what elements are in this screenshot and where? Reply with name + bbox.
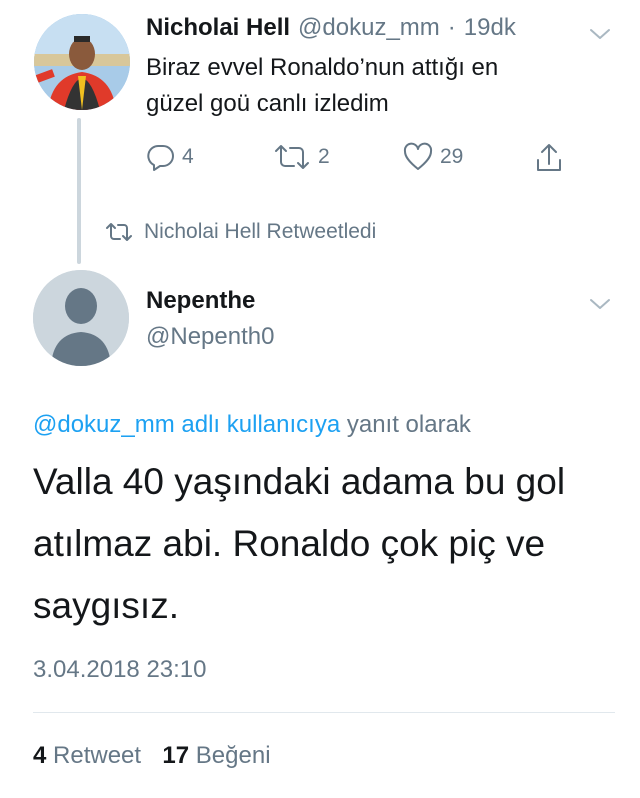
tweet-timestamp[interactable]: 3.04.2018 23:10	[33, 656, 207, 684]
engagement-stats: 4 Retweet 17 Beğeni	[33, 742, 271, 770]
retweet-count: 2	[318, 145, 330, 168]
divider	[33, 712, 615, 713]
parent-handle[interactable]: @dokuz_mm	[298, 14, 440, 42]
likes-stat[interactable]: 17 Beğeni	[162, 742, 270, 769]
reply-context: @dokuz_mm adlı kullanıcıya yanıt olarak	[33, 411, 471, 439]
heart-icon	[403, 142, 433, 170]
avatar-photo	[34, 14, 130, 110]
thread-connector	[77, 118, 81, 264]
chevron-down-icon	[590, 29, 610, 39]
chevron-down-icon	[590, 299, 610, 309]
like-total: 17	[162, 742, 190, 769]
retweets-stat[interactable]: 4 Retweet	[33, 742, 148, 769]
reply-action[interactable]: 4	[146, 142, 194, 172]
default-avatar-icon	[33, 270, 129, 366]
like-count: 29	[440, 145, 464, 168]
retweeted-by-label[interactable]: Nicholai Hell Retweetledi	[144, 220, 376, 244]
share-button[interactable]	[534, 142, 564, 179]
retweet-icon	[275, 145, 309, 169]
avatar-nicholai-hell[interactable]	[34, 14, 130, 110]
reply-to-link[interactable]: @dokuz_mm adlı kullanıcıya	[33, 411, 340, 438]
parent-menu-button[interactable]	[588, 22, 612, 51]
main-text-line: saygısız.	[33, 585, 179, 626]
main-text-line: Valla 40 yaşındaki adama bu gol	[33, 461, 566, 502]
parent-display-name[interactable]: Nicholai Hell	[146, 14, 290, 42]
share-icon	[537, 144, 561, 171]
reply-to-suffix: yanıt olarak	[346, 411, 471, 438]
retweet-total: 4	[33, 742, 47, 769]
main-tweet-text: Valla 40 yaşındaki adama bu gol atılmaz …	[33, 451, 623, 637]
reply-icon	[147, 144, 174, 171]
retweet-context: Nicholai Hell Retweetledi	[104, 220, 376, 244]
main-menu-button[interactable]	[588, 292, 612, 321]
main-display-name[interactable]: Nepenthe	[146, 287, 255, 315]
parent-age[interactable]: 19dk	[464, 14, 516, 42]
main-text-line: atılmaz abi. Ronaldo çok piç ve	[33, 523, 546, 564]
retweet-action[interactable]: 2	[272, 142, 330, 172]
retweet-stat-label: Retweet	[53, 742, 142, 769]
parent-text-line: güzel goü canlı izledim	[146, 90, 389, 117]
parent-tweet-header: Nicholai Hell @dokuz_mm · 19dk	[146, 14, 516, 42]
parent-tweet-text: Biraz evvel Ronaldo’nun attığı en güzel …	[146, 50, 606, 122]
reply-count: 4	[182, 145, 194, 168]
parent-text-line: Biraz evvel Ronaldo’nun attığı en	[146, 54, 499, 81]
main-handle[interactable]: @Nepenth0	[146, 323, 274, 351]
like-stat-label: Beğeni	[195, 742, 271, 769]
retweet-icon	[106, 223, 132, 241]
like-action[interactable]: 29	[402, 142, 463, 172]
avatar-nepenthe[interactable]	[33, 270, 129, 366]
parent-separator: ·	[447, 14, 456, 41]
